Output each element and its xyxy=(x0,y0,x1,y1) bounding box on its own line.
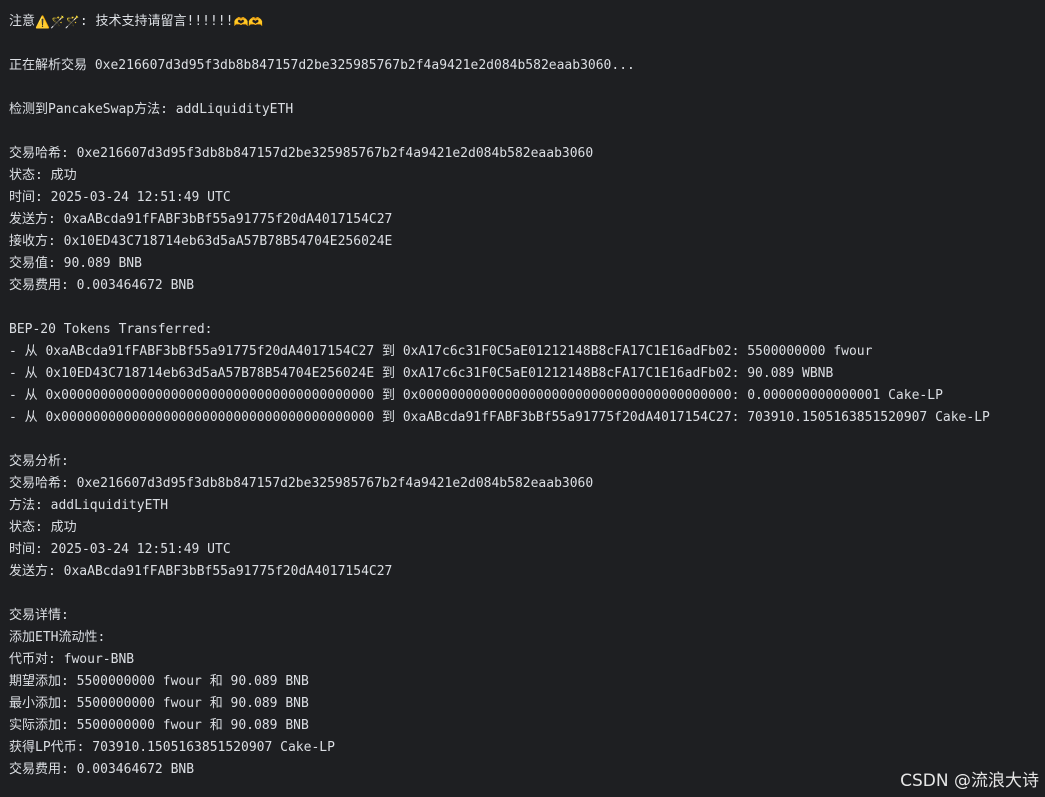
heart-hands-emoji-icon: 🫶🫶 xyxy=(233,15,264,29)
transfer-row: - 从 0xaABcda91fFABF3bBf55a91775f20dA4017… xyxy=(9,344,873,359)
notice-text: : 技术支持请留言!!!!!! xyxy=(79,14,234,29)
transfers-header: BEP-20 Tokens Transferred: xyxy=(9,322,213,337)
transfer-row: - 从 0x10ED43C718714eb63d5aA57B78B54704E2… xyxy=(9,366,834,381)
analysis-status-line: 状态: 成功 xyxy=(9,520,77,535)
tx-hash-line: 交易哈希: 0xe216607d3d95f3db8b847157d2be3259… xyxy=(9,146,594,161)
details-expected-line: 期望添加: 5500000000 fwour 和 90.089 BNB xyxy=(9,674,309,689)
details-add-liquidity-line: 添加ETH流动性: xyxy=(9,630,106,645)
details-fee-line: 交易费用: 0.003464672 BNB xyxy=(9,762,195,777)
details-pair-line: 代币对: fwour-BNB xyxy=(9,652,135,667)
notice-line: 注意⚠️🪄🪄: 技术支持请留言!!!!!!🫶🫶 xyxy=(9,11,1045,33)
analysis-method-line: 方法: addLiquidityETH xyxy=(9,498,169,513)
csdn-watermark: CSDN @流浪大诗 xyxy=(900,771,1039,791)
console-output[interactable]: 注意⚠️🪄🪄: 技术支持请留言!!!!!!🫶🫶 正在解析交易 0xe216607… xyxy=(0,0,1045,797)
details-minimum-line: 最小添加: 5500000000 fwour 和 90.089 BNB xyxy=(9,696,309,711)
transfer-row: - 从 0x0000000000000000000000000000000000… xyxy=(9,388,943,403)
analysis-hash-line: 交易哈希: 0xe216607d3d95f3db8b847157d2be3259… xyxy=(9,476,594,491)
analysis-sender-line: 发送方: 0xaABcda91fFABF3bBf55a91775f20dA401… xyxy=(9,564,393,579)
tx-sender-line: 发送方: 0xaABcda91fFABF3bBf55a91775f20dA401… xyxy=(9,212,393,227)
tx-receiver-line: 接收方: 0x10ED43C718714eb63d5aA57B78B54704E… xyxy=(9,234,393,249)
warning-wand-emoji-icon: ⚠️🪄🪄 xyxy=(35,15,80,29)
tx-value-line: 交易值: 90.089 BNB xyxy=(9,256,142,271)
tx-status-line: 状态: 成功 xyxy=(9,168,77,183)
tx-fee-line: 交易费用: 0.003464672 BNB xyxy=(9,278,195,293)
detected-method-line: 检测到PancakeSwap方法: addLiquidityETH xyxy=(9,102,294,117)
details-lp-received-line: 获得LP代币: 703910.1505163851520907 Cake-LP xyxy=(9,740,335,755)
details-header: 交易详情: xyxy=(9,608,69,623)
parsing-line: 正在解析交易 0xe216607d3d95f3db8b847157d2be325… xyxy=(9,58,635,73)
details-actual-line: 实际添加: 5500000000 fwour 和 90.089 BNB xyxy=(9,718,309,733)
analysis-header: 交易分析: xyxy=(9,454,69,469)
tx-time-line: 时间: 2025-03-24 12:51:49 UTC xyxy=(9,190,231,205)
analysis-time-line: 时间: 2025-03-24 12:51:49 UTC xyxy=(9,542,231,557)
notice-prefix: 注意 xyxy=(9,14,36,29)
transfer-row: - 从 0x0000000000000000000000000000000000… xyxy=(9,410,990,425)
